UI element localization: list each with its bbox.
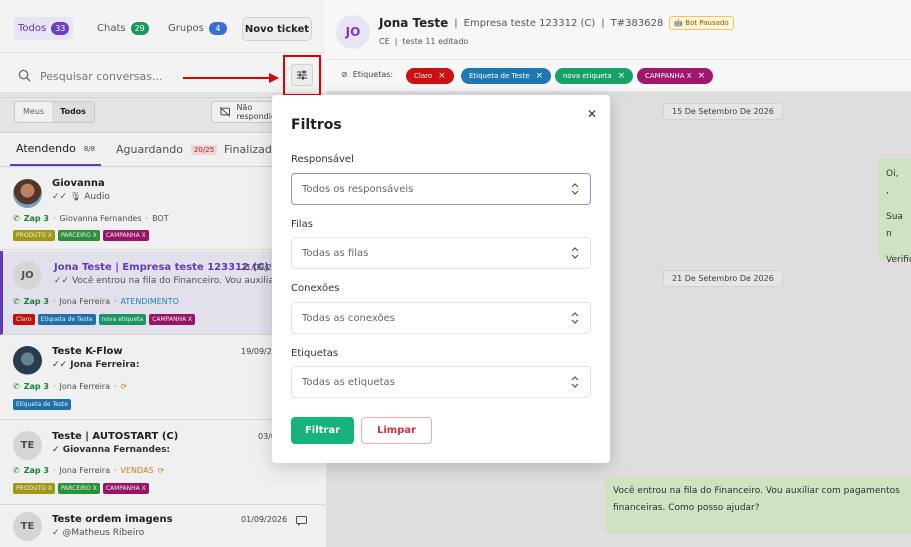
tab-label: Chats xyxy=(97,23,126,34)
chevron-updown-icon xyxy=(571,247,579,259)
tab-label: Grupos xyxy=(168,23,204,34)
search-icon xyxy=(18,69,31,82)
contact-note: teste 11 editado xyxy=(402,37,469,46)
sliders-icon xyxy=(297,70,307,80)
conversation-tag-bar: ⊘ Etiquetas: Claro × Etiqueta de Teste × no… xyxy=(326,60,911,92)
tags-label-text: Etiquetas: xyxy=(352,70,394,79)
conversation-header: JO Jona Teste | Empresa teste 123312 (C)… xyxy=(326,0,911,60)
count-badge: 29 xyxy=(130,22,149,35)
company-name: Empresa teste 123312 (C) xyxy=(463,17,596,29)
field-label: Responsável xyxy=(291,154,354,165)
bot-icon: 🤖 xyxy=(674,19,684,27)
remove-tag-icon[interactable]: × xyxy=(618,71,626,81)
new-ticket-button[interactable]: Novo ticket xyxy=(242,17,312,41)
bot-badge-label: Bot Pausado xyxy=(685,19,729,27)
chevron-updown-icon xyxy=(571,183,579,195)
field-label: Conexões xyxy=(291,283,340,294)
tags-label: ⊘ Etiquetas: xyxy=(341,70,393,79)
conversation-tag[interactable]: CAMPANHA X × xyxy=(637,68,714,84)
filter-submit-button[interactable]: Filtrar xyxy=(291,417,354,444)
field-label: Filas xyxy=(291,219,313,230)
ticket-type-tabs: Todos 33 Chats 29 Grupos 4 Novo ticket xyxy=(0,0,325,53)
connection-select[interactable]: Todas as conexões xyxy=(291,302,591,334)
tag-label: CAMPANHA X xyxy=(645,72,692,80)
conversation-title: Jona Teste | Empresa teste 123312 (C) | … xyxy=(379,16,734,30)
filter-button[interactable] xyxy=(291,64,313,86)
tab-grupos[interactable]: Grupos 4 xyxy=(164,17,231,40)
clear-button[interactable]: Limpar xyxy=(361,417,432,444)
count-badge: 4 xyxy=(208,22,227,35)
tag-label: nova etiqueta xyxy=(563,72,612,80)
queue-select[interactable]: Todas as filas xyxy=(291,237,591,269)
conversation-tag[interactable]: Claro × xyxy=(406,68,454,84)
tab-todos[interactable]: Todos 33 xyxy=(14,17,74,40)
count-badge: 33 xyxy=(51,22,70,35)
contact-avatar: JO xyxy=(336,15,370,49)
select-value: Todas as etiquetas xyxy=(302,376,395,388)
remove-tag-icon[interactable]: × xyxy=(698,71,706,81)
field-label: Etiquetas xyxy=(291,348,339,359)
conversation-subtitle: CE | teste 11 editado xyxy=(379,37,469,46)
tag-label: Etiqueta de Teste xyxy=(469,72,530,80)
select-value: Todos os responsáveis xyxy=(302,183,414,195)
remove-tag-icon[interactable]: × xyxy=(438,71,446,81)
tab-label: Todos xyxy=(18,23,47,34)
tab-chats[interactable]: Chats 29 xyxy=(93,17,153,40)
tag-label: Claro xyxy=(414,72,433,80)
select-value: Todas as filas xyxy=(302,247,369,259)
search-input[interactable] xyxy=(40,67,180,85)
tags-select[interactable]: Todas as etiquetas xyxy=(291,366,591,398)
responsible-select[interactable]: Todos os responsáveis xyxy=(291,173,591,205)
contact-state: CE xyxy=(379,37,390,46)
conversation-tag[interactable]: Etiqueta de Teste × xyxy=(461,68,552,84)
remove-tag-icon[interactable]: × xyxy=(536,71,544,81)
conversation-tag[interactable]: nova etiqueta × xyxy=(555,68,634,84)
select-value: Todas as conexões xyxy=(302,312,395,324)
arrow-annotation-icon xyxy=(183,73,279,83)
chevron-updown-icon xyxy=(571,312,579,324)
tag-icon: ⊘ xyxy=(341,70,348,79)
bot-status-badge: 🤖 Bot Pausado xyxy=(669,16,734,30)
chevron-updown-icon xyxy=(571,376,579,388)
modal-title: Filtros xyxy=(291,117,342,133)
ticket-id: T#383628 xyxy=(610,17,664,29)
contact-name: Jona Teste xyxy=(379,16,449,30)
filters-modal: Filtros ✕ Responsável Todos os responsáv… xyxy=(272,95,610,463)
close-icon[interactable]: ✕ xyxy=(586,108,598,120)
